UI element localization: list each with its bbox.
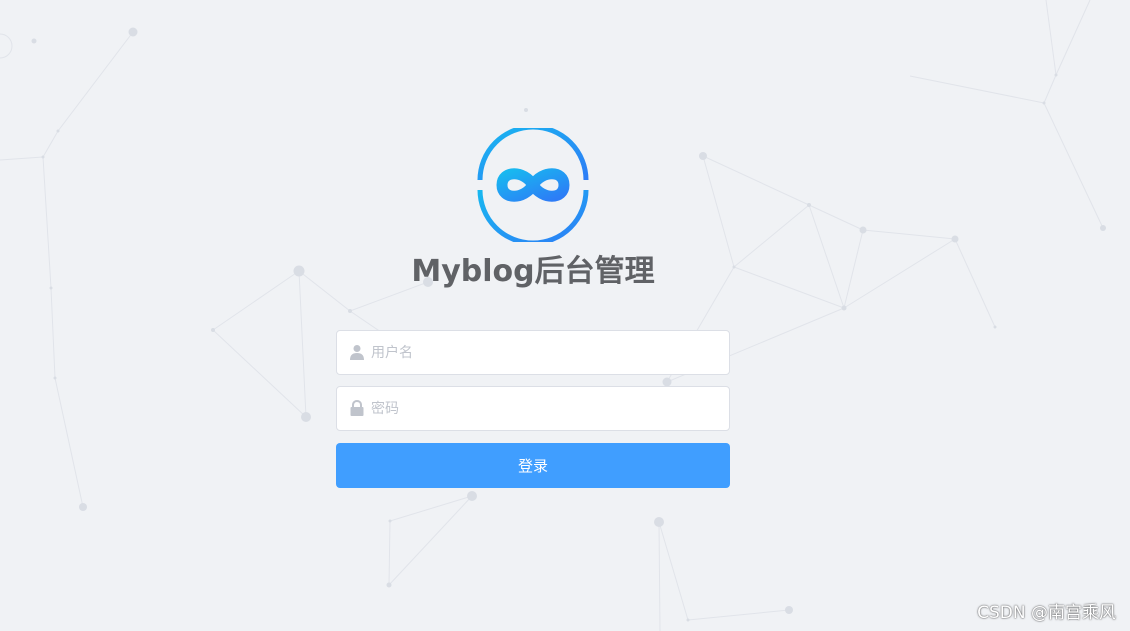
login-button[interactable]: 登录 — [336, 443, 730, 488]
user-icon — [350, 345, 364, 360]
page-title: Myblog后台管理 — [411, 254, 655, 289]
password-field[interactable] — [336, 386, 730, 431]
watermark: CSDN @南宫乘风 — [977, 603, 1116, 623]
login-page: Myblog后台管理 登录 CSDN @南宫乘风 — [0, 0, 1130, 631]
infinity-logo-icon — [477, 128, 589, 242]
lock-icon — [350, 400, 364, 416]
username-input[interactable] — [371, 331, 721, 374]
username-field[interactable] — [336, 330, 730, 375]
network-background — [0, 0, 1106, 631]
password-input[interactable] — [371, 387, 721, 430]
